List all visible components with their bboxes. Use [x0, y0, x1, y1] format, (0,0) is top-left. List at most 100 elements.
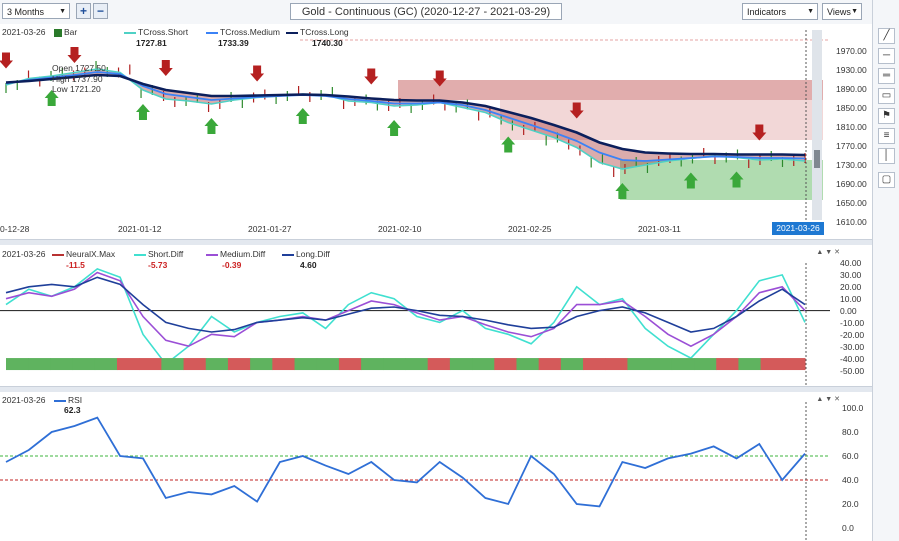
price-tick: 1890.00: [836, 84, 867, 94]
horizontal-ray-tool-icon[interactable]: ═: [878, 68, 895, 84]
neuralx-bar: [272, 358, 296, 371]
tcross-medium-name: TCross.Medium: [220, 27, 280, 37]
price-scroll-track: [812, 30, 822, 220]
tcross-short-legend: TCross.Short: [124, 27, 188, 37]
price-scroll-thumb: [814, 150, 820, 168]
neural-tick: -50.00: [840, 366, 865, 376]
neuralx-legend: NeuralX.Max: [52, 249, 115, 259]
indicators-label: Indicators: [747, 7, 787, 17]
fibonacci-tool-icon[interactable]: ⚑: [878, 108, 895, 124]
neuralx-bar: [716, 358, 739, 371]
pane-controls-icon[interactable]: ▲ ▼ ✕: [816, 395, 840, 403]
drawing-tools-panel: ╱ ─ ═ ▭ ⚑ ≡ │ ▢: [872, 0, 899, 541]
date-tick: 2021-02-10: [378, 224, 422, 234]
chevron-down-icon: ▼: [807, 8, 814, 15]
supply-zone: [398, 80, 823, 100]
neuralx-bar: [361, 358, 384, 371]
high-value: High 1737.90: [52, 73, 103, 84]
neural-tick: 10.00: [840, 294, 862, 304]
date-tick: 0-12-28: [0, 224, 30, 234]
rsi-swatch: [54, 399, 66, 402]
remove-chart-button[interactable]: −: [93, 3, 108, 19]
neuralx-bar: [205, 358, 229, 371]
rsi-line: [5, 416, 806, 508]
neural-tick: 0.00: [840, 306, 857, 316]
rsi-tick: 40.0: [842, 475, 859, 485]
neural-legend-date: 2021-03-26: [2, 249, 46, 259]
demand-zone: [620, 160, 823, 200]
neuralx-bar: [494, 358, 517, 371]
price-tick: 1770.00: [836, 141, 867, 151]
neuralx-bar: [183, 358, 207, 371]
chart-title[interactable]: Gold - Continuous (GC) (2020-12-27 - 202…: [290, 3, 562, 20]
medium-diff-swatch: [206, 253, 218, 256]
price-legend-date: 2021-03-26: [2, 27, 46, 37]
rsi-pane: 2021-03-26 RSI 62.3 ▲ ▼ ✕ 100.0 80.0 60.…: [0, 392, 872, 541]
neural-pane: 2021-03-26 NeuralX.Max -11.5 Short.Diff …: [0, 245, 872, 386]
rsi-legend-date: 2021-03-26: [2, 395, 46, 405]
period-dropdown[interactable]: 3 Months ▼: [2, 3, 70, 19]
long-diff-swatch: [282, 253, 294, 256]
current-date-marker: 2021-03-26: [772, 222, 824, 235]
channel-tool-icon[interactable]: ▭: [878, 88, 895, 104]
neural-tick: -30.00: [840, 342, 865, 352]
rsi-tick: 100.0: [842, 403, 864, 413]
short-diff-legend: Short.Diff: [134, 249, 183, 259]
neural-tick: -20.00: [840, 330, 865, 340]
neural-chart[interactable]: [0, 245, 872, 386]
neuralx-name: NeuralX.Max: [66, 249, 116, 259]
draw-line-tool-icon[interactable]: ╱: [878, 28, 895, 44]
neuralx-bar: [72, 358, 96, 371]
indicators-menu[interactable]: Indicators ▼: [742, 3, 818, 20]
neuralx-bar: [405, 358, 429, 371]
neuralx-bar: [560, 358, 584, 371]
neuralx-bar: [694, 358, 717, 371]
price-tick: 1930.00: [836, 65, 867, 75]
neuralx-value: -11.5: [66, 260, 85, 270]
open-value: Open 1727.50: [52, 63, 106, 73]
neural-tick: 20.00: [840, 282, 862, 292]
neuralx-bar: [516, 358, 540, 371]
bar-legend: Bar: [54, 27, 77, 37]
neuralx-bar: [449, 358, 473, 371]
rsi-tick: 80.0: [842, 427, 859, 437]
medium-diff-value: -0.39: [222, 260, 242, 270]
rsi-chart[interactable]: [0, 392, 872, 541]
chevron-down-icon: ▼: [851, 8, 858, 15]
neuralx-bar: [50, 358, 74, 371]
neuralx-bar: [427, 358, 451, 371]
neuralx-bar: [782, 358, 806, 371]
price-tick: 1690.00: [836, 179, 867, 189]
views-menu[interactable]: Views ▼: [822, 3, 862, 20]
bar-icon: [54, 28, 62, 37]
neuralx-bar: [28, 358, 51, 371]
neuralx-bar: [250, 358, 273, 371]
neuralx-bar: [627, 358, 651, 371]
comment-tool-icon[interactable]: ▢: [878, 172, 895, 188]
long-diff-legend: Long.Diff: [282, 249, 330, 259]
add-chart-button[interactable]: +: [76, 3, 91, 19]
medium-swatch: [206, 31, 218, 34]
rsi-value: 62.3: [64, 405, 81, 415]
long-diff-name: Long.Diff: [296, 249, 330, 259]
price-chart[interactable]: [0, 24, 872, 239]
chart-toolbar: 3 Months ▼ + − Gold - Continuous (GC) (2…: [0, 0, 899, 25]
vertical-line-tool-icon[interactable]: │: [878, 148, 895, 164]
pane-controls-icon[interactable]: ▲ ▼ ✕: [816, 248, 840, 256]
price-pane: 2021-03-26 Bar Open 1727.50 High 1737.90…: [0, 24, 872, 239]
rsi-tick: 0.0: [842, 523, 854, 533]
views-label: Views: [827, 7, 851, 17]
price-tick: 1610.00: [836, 217, 867, 227]
price-tick: 1810.00: [836, 122, 867, 132]
cycle-tool-icon[interactable]: ≡: [878, 128, 895, 144]
short-diff-name: Short.Diff: [148, 249, 184, 259]
neuralx-bar: [472, 358, 495, 371]
bar-label: Bar: [64, 27, 78, 37]
neuralx-bar: [583, 358, 606, 371]
neuralx-bar: [294, 358, 318, 371]
rsi-legend: RSI: [54, 395, 82, 405]
horizontal-line-tool-icon[interactable]: ─: [878, 48, 895, 64]
neuralx-bar: [316, 358, 340, 371]
tcross-long-name: TCross.Long: [300, 27, 349, 37]
medium-diff-name: Medium.Diff: [220, 249, 266, 259]
